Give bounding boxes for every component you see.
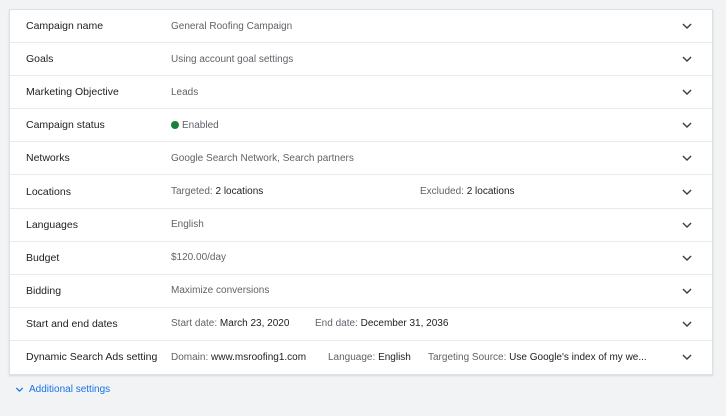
status-text: Enabled — [182, 119, 219, 131]
chevron-down-icon — [15, 387, 24, 392]
setting-label: Budget — [26, 251, 60, 264]
setting-value: Leads — [171, 86, 199, 98]
setting-row-languages[interactable]: Languages English — [10, 209, 712, 242]
setting-value: Domain: www.msroofing1.com Language: Eng… — [171, 352, 668, 363]
setting-row-locations[interactable]: Locations Targeted: 2 locations Excluded… — [10, 175, 712, 209]
setting-row-dynamic-search-ads[interactable]: Dynamic Search Ads setting Domain: www.m… — [10, 341, 712, 374]
setting-value: Enabled — [171, 120, 712, 131]
end-date-value: December 31, 2036 — [360, 318, 449, 330]
setting-row-marketing-objective[interactable]: Marketing Objective Leads — [10, 76, 712, 110]
chevron-down-icon[interactable] — [680, 350, 694, 364]
dsa-source-value: Use Google's index of my we... — [509, 351, 647, 363]
setting-row-networks[interactable]: Networks Google Search Network, Search p… — [10, 142, 712, 176]
chevron-down-icon[interactable] — [680, 85, 694, 99]
setting-value: Using account goal settings — [171, 53, 294, 65]
chevron-down-icon[interactable] — [680, 151, 694, 165]
targeted-label: Targeted: — [171, 186, 213, 198]
additional-settings-label: Additional settings — [29, 384, 111, 395]
setting-value: Google Search Network, Search partners — [171, 152, 354, 164]
targeted-value: 2 locations — [215, 186, 264, 198]
start-date: Start date: March 23, 2020 — [171, 318, 315, 329]
setting-row-start-end-dates[interactable]: Start and end dates Start date: March 23… — [10, 308, 712, 341]
dsa-language-value: English — [378, 351, 411, 363]
setting-label: Bidding — [26, 284, 62, 297]
dsa-targeting-source: Targeting Source: Use Google's index of … — [428, 352, 647, 363]
end-date-label: End date: — [315, 318, 358, 330]
setting-label: Campaign status — [26, 119, 105, 132]
chevron-down-icon[interactable] — [680, 317, 694, 331]
setting-value: Maximize conversions — [171, 285, 270, 297]
dsa-language: Language: English — [328, 352, 428, 363]
setting-label: Start and end dates — [26, 317, 118, 330]
chevron-down-icon[interactable] — [680, 251, 694, 265]
chevron-down-icon[interactable] — [680, 284, 694, 298]
dsa-domain-label: Domain: — [171, 351, 209, 363]
chevron-down-icon[interactable] — [680, 19, 694, 33]
setting-value: Targeted: 2 locations Excluded: 2 locati… — [171, 186, 712, 197]
dsa-language-label: Language: — [328, 351, 376, 363]
excluded-locations: Excluded: 2 locations — [420, 186, 515, 197]
start-date-value: March 23, 2020 — [219, 318, 290, 330]
end-date: End date: December 31, 2036 — [315, 318, 448, 329]
setting-row-budget[interactable]: Budget $120.00/day — [10, 242, 712, 275]
setting-label: Languages — [26, 218, 78, 231]
dsa-domain: Domain: www.msroofing1.com — [171, 352, 328, 363]
chevron-down-icon[interactable] — [680, 218, 694, 232]
targeted-locations: Targeted: 2 locations — [171, 186, 420, 197]
setting-label: Networks — [26, 152, 70, 165]
status-dot-icon — [171, 121, 179, 130]
setting-label: Dynamic Search Ads setting — [26, 351, 158, 364]
setting-value: Start date: March 23, 2020 End date: Dec… — [171, 318, 712, 329]
campaign-settings-panel: Campaign name General Roofing Campaign G… — [9, 9, 713, 376]
setting-row-campaign-status[interactable]: Campaign status Enabled — [10, 109, 712, 143]
setting-label: Marketing Objective — [26, 86, 119, 99]
setting-label: Goals — [26, 53, 54, 66]
setting-label: Locations — [26, 185, 71, 198]
chevron-down-icon[interactable] — [680, 52, 694, 66]
excluded-label: Excluded: — [420, 186, 464, 198]
setting-row-bidding[interactable]: Bidding Maximize conversions — [10, 275, 712, 308]
setting-value: English — [171, 219, 204, 231]
setting-row-goals[interactable]: Goals Using account goal settings — [10, 43, 712, 77]
chevron-down-icon[interactable] — [680, 118, 694, 132]
setting-row-campaign-name[interactable]: Campaign name General Roofing Campaign — [10, 10, 712, 44]
additional-settings-toggle[interactable]: Additional settings — [14, 384, 110, 395]
dsa-domain-value: www.msroofing1.com — [211, 351, 307, 363]
setting-value: General Roofing Campaign — [171, 20, 293, 32]
excluded-value: 2 locations — [466, 186, 515, 198]
start-date-label: Start date: — [171, 318, 218, 330]
chevron-down-icon[interactable] — [680, 185, 694, 199]
setting-value: $120.00/day — [171, 252, 227, 264]
setting-label: Campaign name — [26, 20, 104, 33]
dsa-source-label: Targeting Source: — [428, 351, 507, 363]
